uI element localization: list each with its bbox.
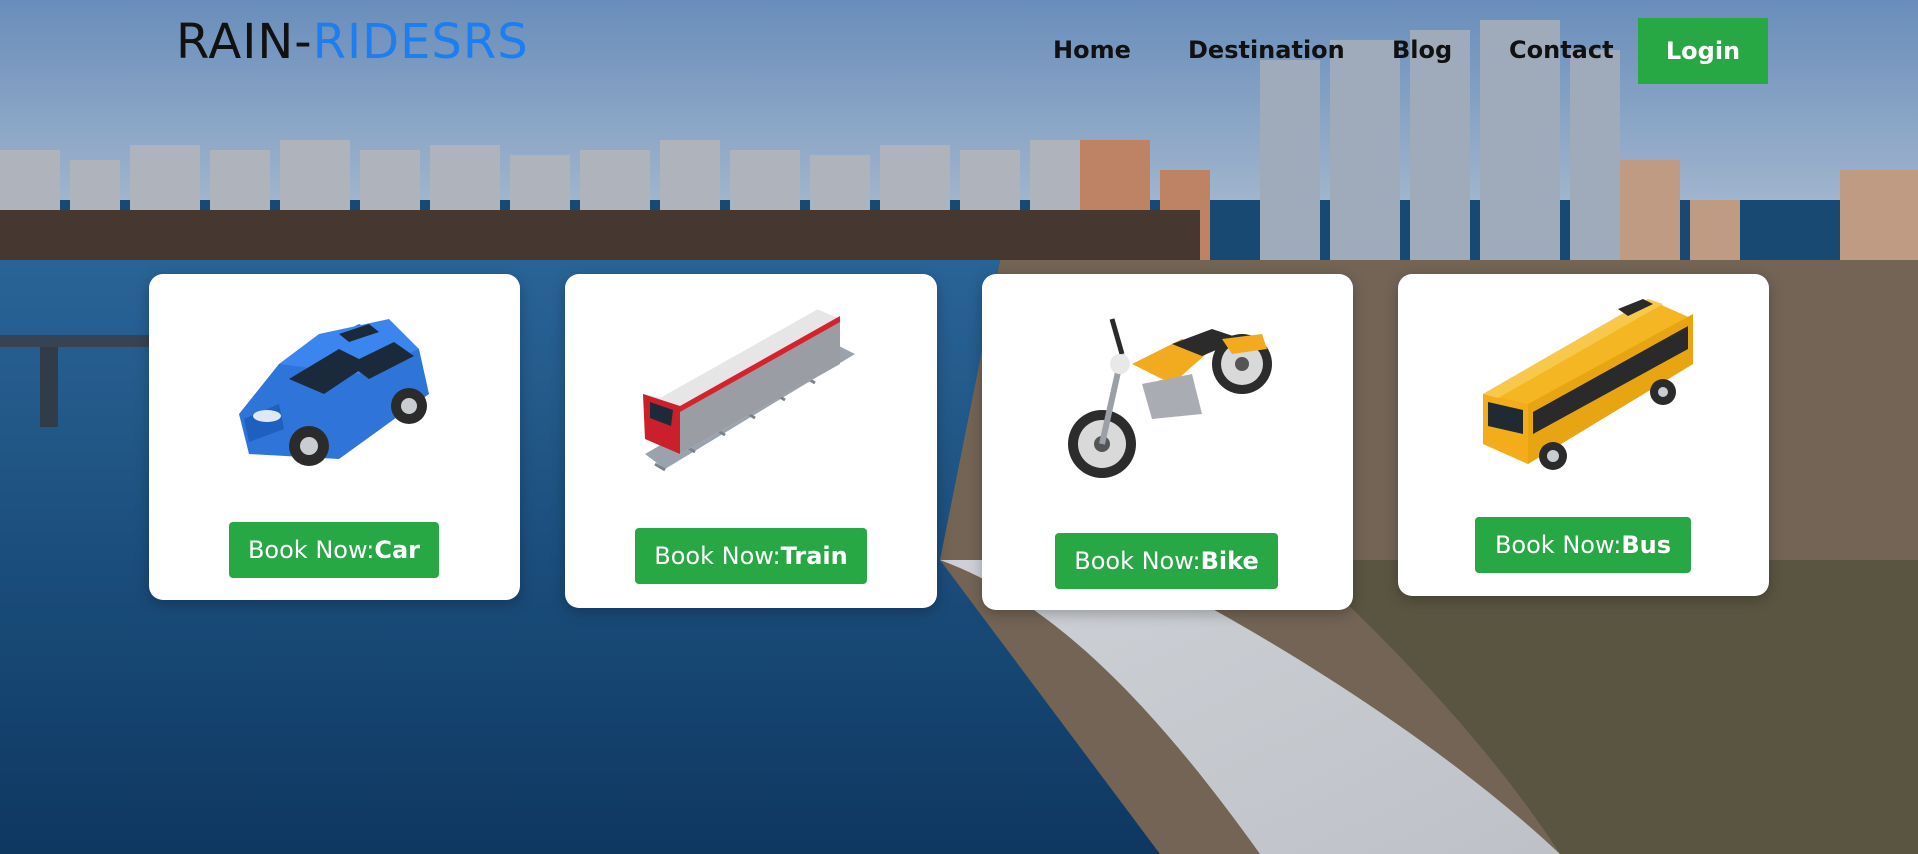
book-now-bike-button[interactable]: Book Now: Bike	[1055, 533, 1278, 589]
book-now-train-button[interactable]: Book Now: Train	[635, 528, 867, 584]
booking-card-bus: Book Now: Bus	[1398, 274, 1769, 596]
vehicle-label: Train	[780, 542, 848, 570]
book-now-label: Book Now:	[654, 542, 781, 570]
site-logo[interactable]: RAIN-RIDESRS	[176, 14, 529, 70]
vehicle-label: Car	[374, 536, 421, 564]
booking-card-car: Book Now: Car	[149, 274, 520, 600]
book-now-label: Book Now:	[247, 536, 375, 564]
vehicle-label: Bike	[1200, 547, 1259, 575]
logo-part-1: RAIN-	[176, 14, 313, 70]
book-now-bus-button[interactable]: Book Now: Bus	[1475, 517, 1691, 573]
login-button[interactable]: Login	[1638, 18, 1768, 84]
car-icon	[239, 319, 429, 466]
booking-card-train: Book Now: Train	[565, 274, 937, 608]
nav-link-home[interactable]: Home	[1053, 36, 1131, 64]
book-now-label: Book Now:	[1494, 531, 1622, 559]
logo-part-2: RIDESRS	[312, 14, 529, 70]
nav-link-blog[interactable]: Blog	[1392, 36, 1452, 64]
booking-card-bike: Book Now: Bike	[982, 274, 1353, 610]
book-now-label: Book Now:	[1074, 547, 1201, 575]
page: RAIN-RIDESRS Home Destination Blog Conta…	[0, 0, 1918, 854]
train-icon	[643, 304, 855, 472]
vehicle-label: Bus	[1621, 531, 1672, 559]
nav-link-destination[interactable]: Destination	[1188, 36, 1345, 64]
book-now-car-button[interactable]: Book Now: Car	[229, 522, 439, 578]
motorbike-icon	[1068, 318, 1272, 478]
bus-icon	[1483, 299, 1693, 470]
nav-link-contact[interactable]: Contact	[1509, 36, 1614, 64]
